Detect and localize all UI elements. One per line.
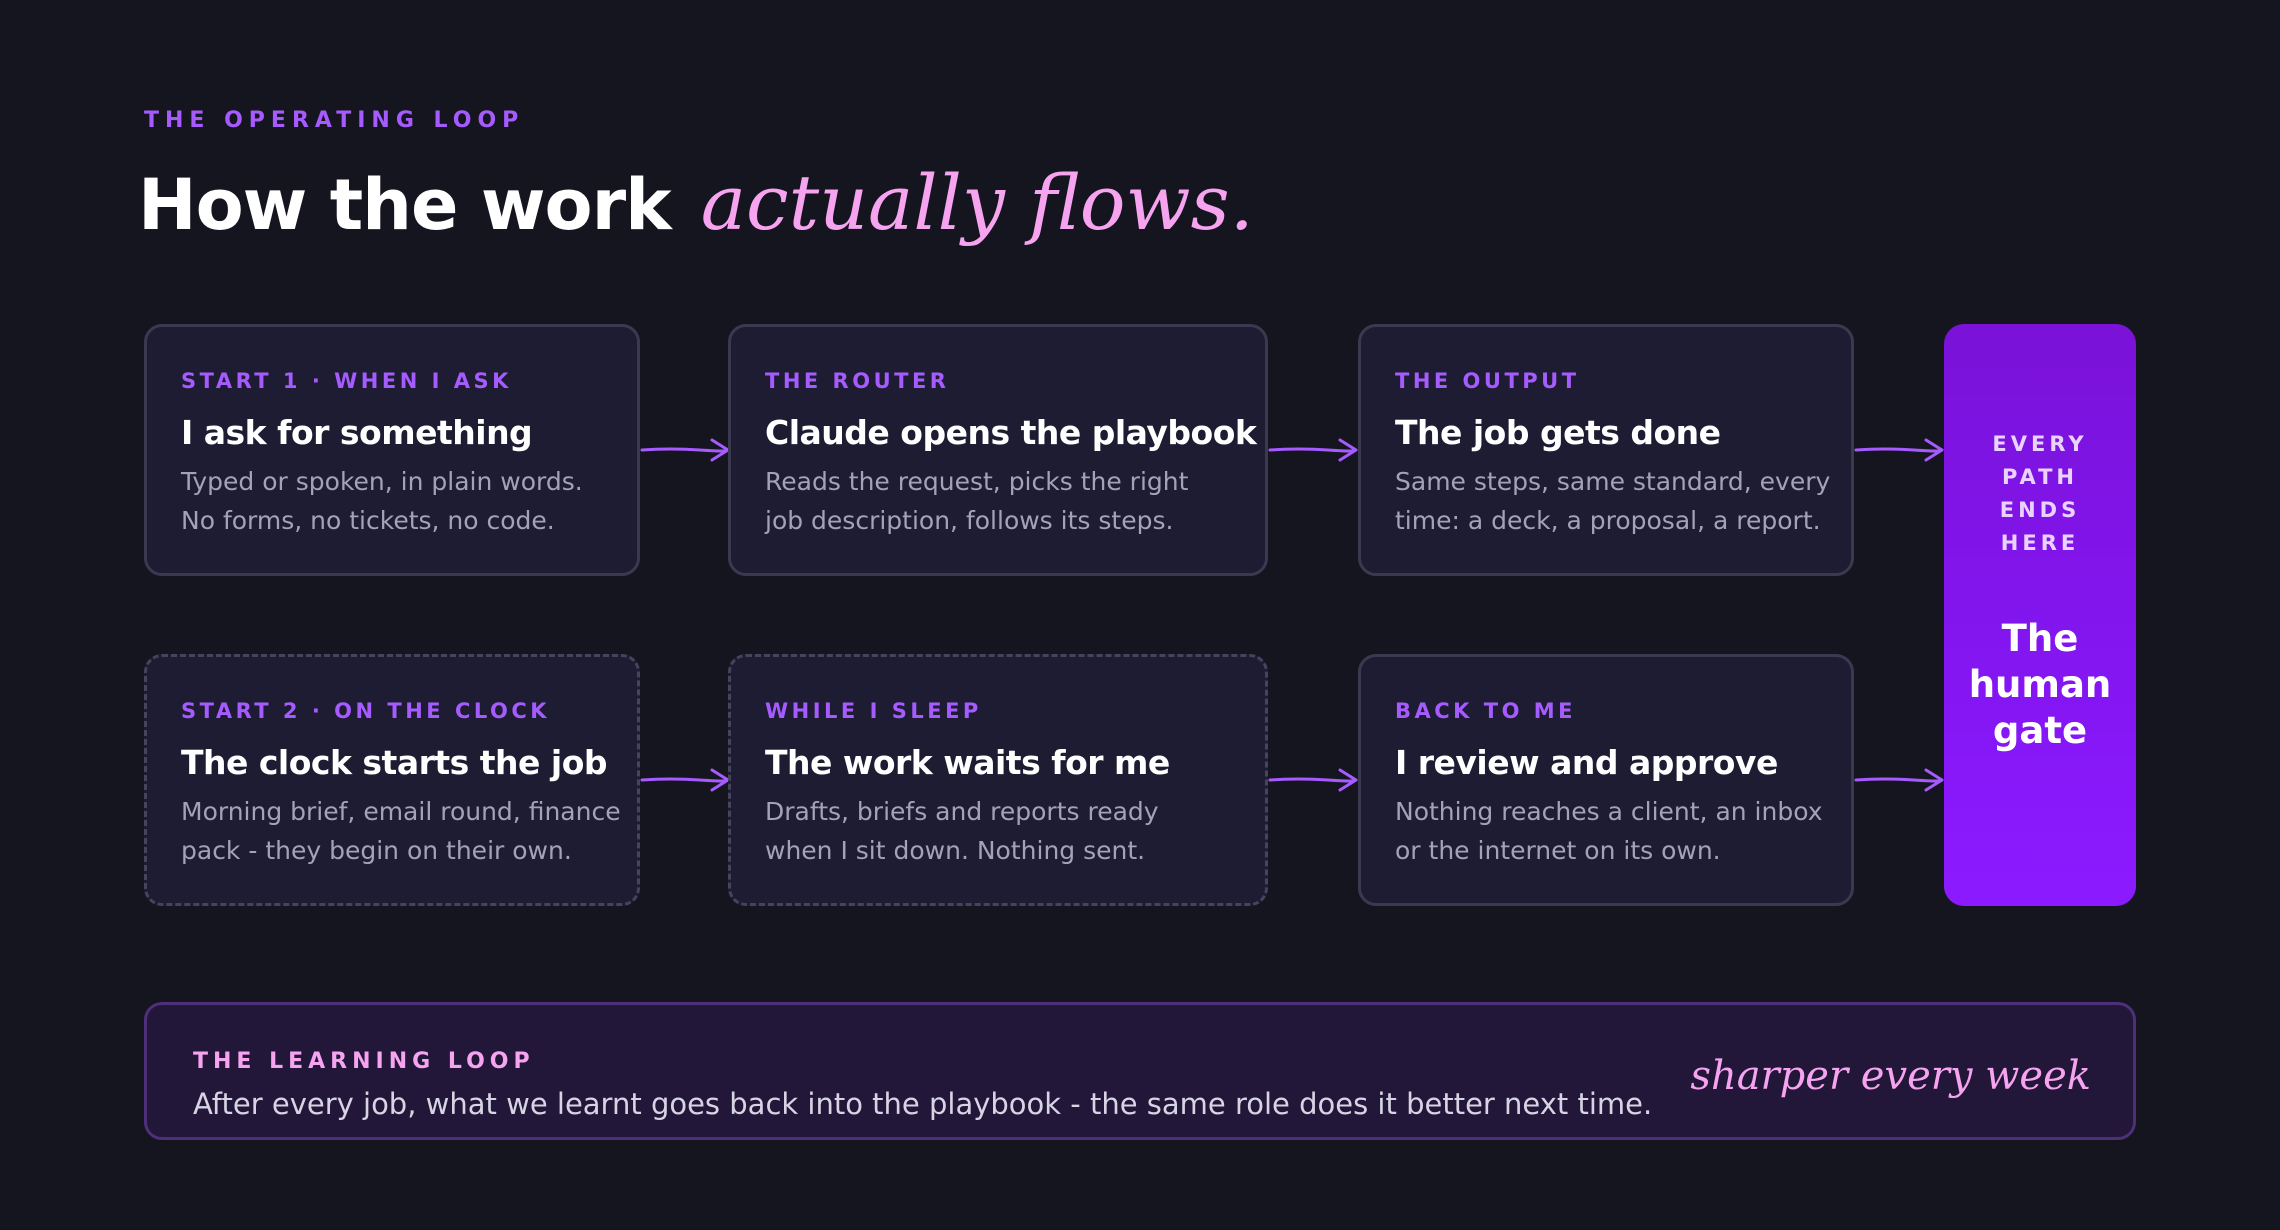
card-output: THE OUTPUT The job gets done Same steps,…: [1358, 324, 1854, 576]
arrow-right-icon: [1268, 438, 1358, 462]
card-while-sleep: WHILE I SLEEP The work waits for me Draf…: [728, 654, 1268, 906]
eyebrow: THE OPERATING LOOP: [144, 108, 525, 133]
card-start-ask: START 1 · WHEN I ASK I ask for something…: [144, 324, 640, 576]
card-title: I review and approve: [1395, 743, 1778, 782]
card-kicker: WHILE I SLEEP: [765, 699, 982, 723]
page-title-plain: How the work: [138, 164, 672, 246]
learning-loop-panel: THE LEARNING LOOP After every job, what …: [144, 1002, 2136, 1140]
gate-kicker-line: PATH: [2002, 465, 2078, 489]
learning-kicker: THE LEARNING LOOP: [193, 1049, 535, 1074]
card-kicker: THE OUTPUT: [1395, 369, 1580, 393]
arrow-right-icon: [1854, 438, 1944, 462]
page-title: How the work actually flows.: [138, 158, 1254, 269]
card-body-line: when I sit down. Nothing sent.: [765, 836, 1146, 865]
card-body: Morning brief, email round, finance pack…: [181, 792, 621, 870]
card-body-line: No forms, no tickets, no code.: [181, 506, 555, 535]
arrow-right-icon: [640, 438, 730, 462]
gate-title-line: gate: [1992, 709, 2088, 752]
gate-title-line: The: [2001, 617, 2079, 660]
card-start-clock: START 2 · ON THE CLOCK The clock starts …: [144, 654, 640, 906]
card-body-line: job description, follows its steps.: [765, 506, 1174, 535]
card-body: Nothing reaches a client, an inbox or th…: [1395, 792, 1823, 870]
card-body-line: pack - they begin on their own.: [181, 836, 572, 865]
card-body-line: Same steps, same standard, every: [1395, 467, 1831, 496]
card-title: The job gets done: [1395, 413, 1721, 452]
card-body-line: Morning brief, email round, finance: [181, 797, 621, 826]
card-body: Drafts, briefs and reports ready when I …: [765, 792, 1235, 870]
card-body-line: Typed or spoken, in plain words.: [181, 467, 583, 496]
card-kicker: BACK TO ME: [1395, 699, 1576, 723]
card-body: Reads the request, picks the right job d…: [765, 462, 1235, 540]
gate-kicker: EVERY PATH ENDS HERE: [1944, 428, 2136, 560]
card-router: THE ROUTER Claude opens the playbook Rea…: [728, 324, 1268, 576]
card-body-line: Reads the request, picks the right: [765, 467, 1189, 496]
card-title: The work waits for me: [765, 743, 1170, 782]
card-body-line: or the internet on its own.: [1395, 836, 1721, 865]
card-title: Claude opens the playbook: [765, 413, 1257, 452]
learning-body: After every job, what we learnt goes bac…: [193, 1087, 1653, 1121]
card-body-line: time: a deck, a proposal, a report.: [1395, 506, 1821, 535]
card-title: I ask for something: [181, 413, 533, 452]
gate-kicker-line: EVERY: [1992, 432, 2088, 456]
arrow-right-icon: [1854, 768, 1944, 792]
card-kicker: START 2 · ON THE CLOCK: [181, 699, 551, 723]
gate-title-line: human: [1968, 663, 2112, 706]
card-body: Same steps, same standard, every time: a…: [1395, 462, 1831, 540]
arrow-right-icon: [640, 768, 730, 792]
card-body-line: Nothing reaches a client, an inbox: [1395, 797, 1823, 826]
card-kicker: THE ROUTER: [765, 369, 950, 393]
learning-note: sharper every week: [1690, 1053, 2091, 1099]
card-title: The clock starts the job: [181, 743, 608, 782]
card-back-to-me: BACK TO ME I review and approve Nothing …: [1358, 654, 1854, 906]
card-body-line: Drafts, briefs and reports ready: [765, 797, 1159, 826]
gate-kicker-line: ENDS: [1999, 498, 2081, 522]
card-body: Typed or spoken, in plain words. No form…: [181, 462, 607, 540]
gate-title: The human gate: [1944, 616, 2136, 754]
page-title-script: actually flows.: [700, 158, 1254, 247]
card-kicker: START 1 · WHEN I ASK: [181, 369, 512, 393]
arrow-right-icon: [1268, 768, 1358, 792]
human-gate: EVERY PATH ENDS HERE The human gate: [1944, 324, 2136, 906]
gate-kicker-line: HERE: [2000, 531, 2080, 555]
